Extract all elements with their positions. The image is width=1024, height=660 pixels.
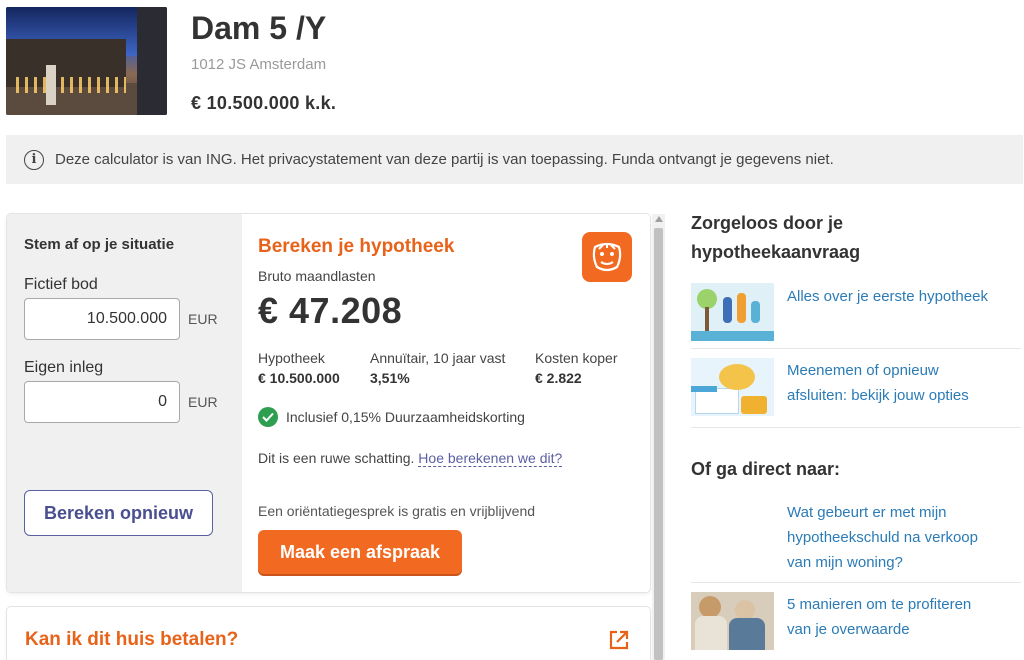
debt-after-sale-link[interactable]: Wat gebeurt er met mijn hypotheekschuld …	[787, 500, 978, 575]
estimate-text: Dit is een ruwe schatting.	[258, 450, 415, 466]
ing-lion-icon	[592, 242, 622, 272]
interest-value: 3,51%	[370, 370, 410, 386]
situation-header: Stem af op je situatie	[24, 236, 175, 253]
options-link-line1: Meenemen of opnieuw	[787, 362, 939, 379]
options-link-line2: afsluiten: bekijk jouw opties	[787, 387, 969, 404]
situation-panel: Stem af op je situatie Fictief bod EUR E…	[7, 214, 242, 592]
listing-title: Dam 5 /Y	[191, 10, 327, 46]
calc-subtitle: Bruto maandlasten	[258, 268, 376, 284]
bid-input[interactable]	[24, 298, 180, 340]
notice-text: Deze calculator is van ING. Het privacys…	[55, 151, 834, 168]
sidebar-item-debt-after-sale[interactable]: Wat gebeurt er met mijn hypotheekschuld …	[691, 500, 1021, 575]
mortgage-value: € 10.500.000	[258, 370, 340, 386]
overvalue-link-line1: 5 manieren om te profiteren	[787, 596, 972, 613]
photo-monument	[46, 65, 56, 105]
afford-card[interactable]: Kan ik dit huis betalen?	[7, 607, 650, 660]
estimate-line: Dit is een ruwe schatting. Hoe berekenen…	[258, 450, 563, 467]
overvalue-link-line2: van je overwaarde	[787, 621, 910, 638]
costs-column: Kosten koper € 2.822	[535, 350, 618, 386]
sidebar-item-first-mortgage[interactable]: Alles over je eerste hypotheek	[691, 283, 1021, 341]
sidebar-divider	[691, 582, 1021, 583]
photo-wall	[137, 7, 167, 115]
sidebar-heading-line1: Zorgeloos door je	[691, 213, 844, 233]
calc-title: Bereken je hypotheek	[258, 236, 455, 257]
couple-photo	[691, 592, 774, 650]
interest-label: Annuïtair, 10 jaar vast	[370, 350, 506, 366]
photo-lights	[16, 77, 126, 93]
scrollbar[interactable]	[652, 214, 665, 660]
recalculate-button[interactable]: Bereken opnieuw	[24, 490, 213, 536]
debt-link-line2: hypotheekschuld na verkoop	[787, 529, 978, 546]
interest-column: Annuïtair, 10 jaar vast 3,51%	[370, 350, 505, 386]
own-label: Eigen inleg	[24, 359, 104, 376]
listing-address: 1012 JS Amsterdam	[191, 56, 327, 73]
afford-title: Kan ik dit huis betalen?	[25, 629, 239, 650]
scrollbar-thumb[interactable]	[654, 228, 663, 660]
external-link-icon[interactable]	[608, 629, 630, 651]
how-calculated-link[interactable]: Hoe berekenen we dit?	[418, 450, 563, 467]
debt-link-line3: van mijn woning?	[787, 554, 903, 571]
empty-thumbnail	[691, 500, 774, 558]
debt-link-line1: Wat gebeurt er met mijn	[787, 504, 947, 521]
overvalue-link[interactable]: 5 manieren om te profiteren van je overw…	[787, 592, 971, 650]
sidebar-heading: Zorgeloos door je hypotheekaanvraag	[691, 209, 860, 267]
first-mortgage-link[interactable]: Alles over je eerste hypotheek	[787, 283, 988, 341]
listing-photo[interactable]	[6, 7, 167, 115]
costs-value: € 2.822	[535, 370, 582, 386]
own-currency: EUR	[188, 394, 218, 410]
discount-badge: Inclusief 0,15% Duurzaamheidskorting	[258, 407, 525, 427]
mortgage-calculator: Stem af op je situatie Fictief bod EUR E…	[7, 214, 650, 592]
sidebar-item-overvalue[interactable]: 5 manieren om te profiteren van je overw…	[691, 592, 1021, 650]
family-illustration	[691, 283, 774, 341]
monthly-amount: € 47.208	[258, 290, 403, 331]
result-panel: Bereken je hypotheek Bruto maandlasten €…	[242, 214, 650, 592]
options-link[interactable]: Meenemen of opnieuw afsluiten: bekijk jo…	[787, 358, 969, 416]
check-circle-icon	[258, 407, 278, 427]
privacy-notice: i Deze calculator is van ING. Het privac…	[6, 135, 1023, 184]
mortgage-column: Hypotheek € 10.500.000	[258, 350, 340, 386]
bid-currency: EUR	[188, 311, 218, 327]
listing-price: € 10.500.000 k.k.	[191, 93, 337, 113]
piggybank-illustration	[691, 358, 774, 416]
bid-label: Fictief bod	[24, 276, 98, 293]
direct-heading: Of ga direct naar:	[691, 459, 841, 479]
sidebar-divider	[691, 427, 1021, 428]
sidebar-heading-line2: hypotheekaanvraag	[691, 242, 861, 262]
ing-lion-logo	[582, 232, 632, 282]
costs-label: Kosten koper	[535, 350, 618, 366]
scroll-up-arrow[interactable]	[655, 216, 663, 222]
sidebar-item-options[interactable]: Meenemen of opnieuw afsluiten: bekijk jo…	[691, 358, 1021, 416]
mortgage-label: Hypotheek	[258, 350, 325, 366]
discount-text: Inclusief 0,15% Duurzaamheidskorting	[286, 409, 525, 425]
info-icon: i	[24, 149, 44, 170]
own-input[interactable]	[24, 381, 180, 423]
make-appointment-button[interactable]: Maak een afspraak	[258, 530, 462, 574]
orientation-text: Een oriëntatiegesprek is gratis en vrijb…	[258, 503, 536, 519]
sidebar-divider	[691, 348, 1021, 349]
